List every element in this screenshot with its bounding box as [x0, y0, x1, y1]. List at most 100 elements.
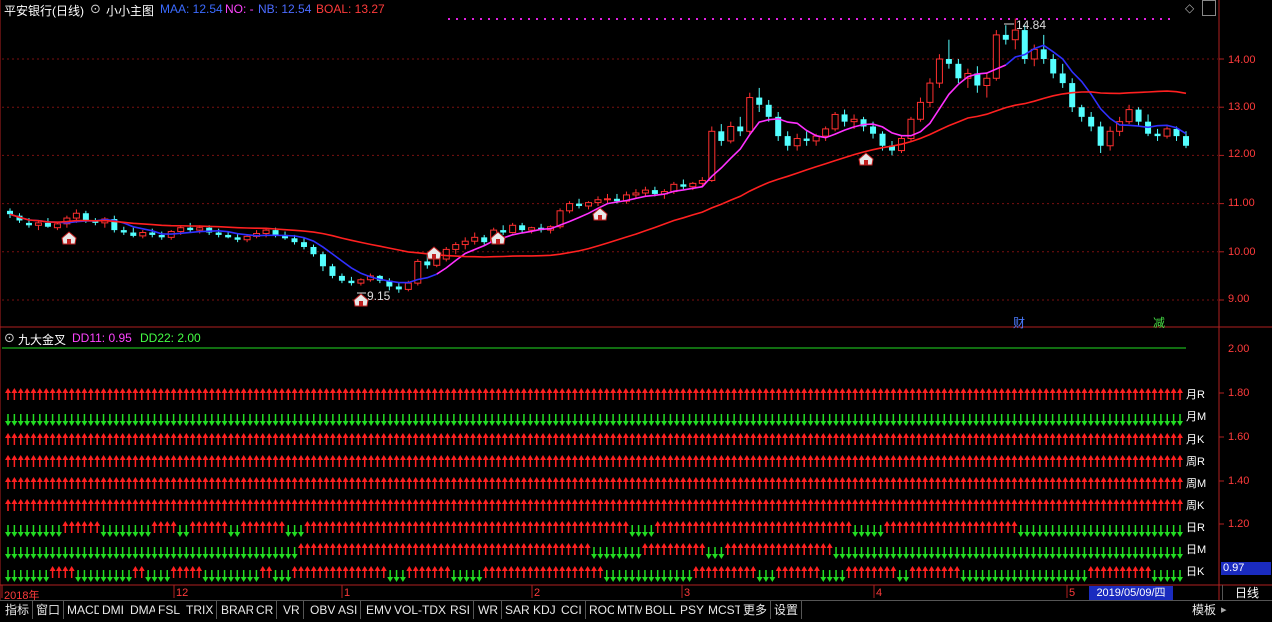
top-marker-dot: [560, 18, 562, 20]
tab-设置[interactable]: 设置: [771, 601, 803, 619]
candle-body: [395, 286, 402, 290]
candle-body: [120, 230, 127, 233]
candle-body: [803, 138, 810, 141]
candle-body: [1183, 136, 1189, 146]
diamond-icon[interactable]: ◇: [1185, 1, 1194, 15]
dd22-value: DD22: 2.00: [140, 331, 201, 345]
candle-body: [329, 266, 336, 276]
row-label-day-k: 日K: [1186, 566, 1205, 578]
candle-body: [689, 182, 697, 188]
candle-body: [461, 240, 469, 246]
time-label: 2: [534, 587, 541, 599]
top-marker-dot: [864, 18, 866, 20]
tab-窗口[interactable]: 窗口: [33, 601, 65, 619]
stock-title: 平安银行(日线): [4, 4, 84, 18]
candle-body: [641, 189, 649, 194]
sub-indicator-name[interactable]: 九大金叉: [18, 331, 66, 348]
buy-marker-door: [496, 239, 500, 244]
buy-marker-door: [432, 254, 436, 259]
candle-body: [310, 246, 317, 255]
tab-CR[interactable]: CR: [253, 601, 278, 619]
candle-body: [632, 192, 640, 196]
top-marker-dot: [984, 18, 986, 20]
low-price-label: 9.15: [367, 289, 391, 303]
window-toggle-icon[interactable]: [1202, 0, 1216, 16]
candle-body: [718, 131, 725, 141]
chart-canvas[interactable]: [0, 0, 1272, 621]
dd11-value: DD11: 0.95: [72, 331, 132, 345]
top-marker-dot: [448, 18, 450, 20]
tab-更多[interactable]: 更多: [740, 601, 772, 619]
top-marker-dot: [1144, 18, 1146, 20]
buy-marker-door: [864, 160, 868, 165]
candle-body: [25, 222, 32, 226]
top-marker-dot: [488, 18, 490, 20]
candle-body: [500, 230, 507, 233]
candle-body: [879, 133, 886, 146]
tab-CCI[interactable]: CCI: [558, 601, 586, 619]
sub-dropdown-icon[interactable]: ⊙: [4, 330, 15, 346]
row-label-month-r: 月R: [1186, 389, 1205, 401]
ma-short-blue: [9, 213, 438, 284]
tab-BOLL[interactable]: BOLL: [642, 601, 680, 619]
candle-body: [319, 254, 326, 267]
tab-RSI[interactable]: RSI: [447, 601, 475, 619]
top-marker-dot: [888, 18, 890, 20]
tab-VR[interactable]: VR: [280, 601, 304, 619]
tab-ASI[interactable]: ASI: [335, 601, 362, 619]
period-selector[interactable]: 日线: [1222, 585, 1271, 601]
top-marker-dot: [640, 18, 642, 20]
candle-body: [509, 224, 517, 234]
tab-TRIX[interactable]: TRIX: [183, 601, 218, 619]
template-tab[interactable]: 模板: [1192, 601, 1216, 619]
top-marker-dot: [1152, 18, 1154, 20]
sub-tick: 2.00: [1228, 343, 1250, 355]
top-marker-dot: [808, 18, 810, 20]
candle-body: [992, 34, 1000, 79]
top-marker-dot: [952, 18, 954, 20]
top-marker-dot: [1120, 18, 1122, 20]
main-indicator-name[interactable]: 小小主图: [106, 2, 154, 19]
candle-body: [243, 235, 251, 241]
candle-body: [1040, 49, 1047, 59]
candle-body: [1097, 126, 1104, 146]
top-marker-dot: [752, 18, 754, 20]
candle-body: [566, 203, 574, 212]
row-label-month-k: 月K: [1186, 434, 1205, 446]
top-marker-dot: [1160, 18, 1162, 20]
time-label: 4: [876, 587, 883, 599]
tab-VOL-TDX[interactable]: VOL-TDX: [391, 601, 451, 619]
candle-body: [72, 212, 80, 219]
tab-FSL[interactable]: FSL: [155, 601, 185, 619]
top-marker-dot: [528, 18, 530, 20]
candle-body: [471, 236, 479, 242]
tab-WR[interactable]: WR: [475, 601, 502, 619]
top-marker-dot: [824, 18, 826, 20]
event-cai-marker[interactable]: 财: [1013, 314, 1025, 331]
candle-body: [870, 126, 877, 134]
time-label: 3: [684, 587, 691, 599]
top-marker-dot: [536, 18, 538, 20]
tab-SAR[interactable]: SAR: [502, 601, 534, 619]
top-marker-dot: [1096, 18, 1098, 20]
candle-body: [765, 104, 772, 117]
candle-body: [651, 190, 658, 194]
sub-current-value: 0.97: [1221, 562, 1271, 575]
candle-body: [442, 248, 450, 260]
event-jian-marker[interactable]: 减: [1153, 314, 1165, 331]
top-marker-dot: [504, 18, 506, 20]
time-label: 5: [1069, 587, 1076, 599]
tab-PSY[interactable]: PSY: [677, 601, 709, 619]
tab-DMI[interactable]: DMI: [99, 601, 128, 619]
candle-body: [727, 125, 735, 142]
buy-marker-door: [359, 301, 363, 306]
top-marker-dot: [600, 18, 602, 20]
template-arrow-icon[interactable]: ▸: [1221, 603, 1227, 616]
candle-body: [1135, 109, 1142, 122]
top-marker-dot: [896, 18, 898, 20]
ma-short-magenta: [436, 64, 1007, 275]
tab-指标[interactable]: 指标: [2, 601, 34, 619]
row-label-month-m: 月M: [1186, 411, 1207, 423]
indicator-dropdown-icon[interactable]: ⊙: [90, 1, 101, 17]
tab-KDJ[interactable]: KDJ: [530, 601, 560, 619]
